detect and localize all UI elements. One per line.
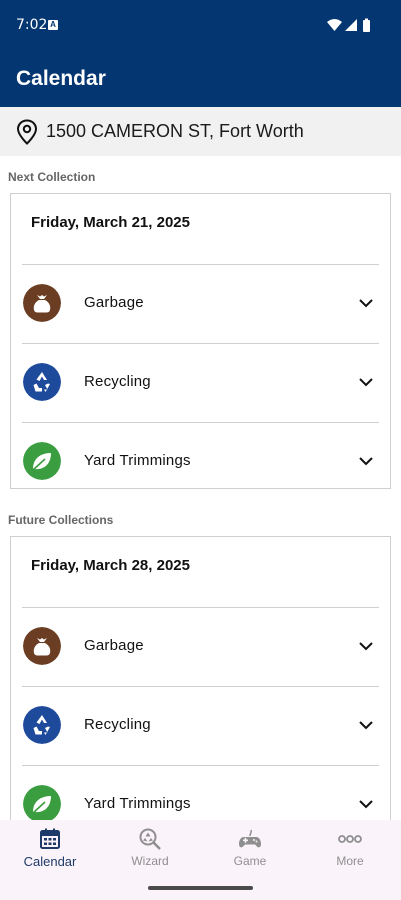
notification-badge: A	[48, 20, 58, 30]
nav-item-calendar[interactable]: Calendar	[0, 820, 100, 880]
location-pin-icon	[16, 119, 38, 145]
chevron-down-icon[interactable]	[358, 796, 374, 812]
wizard-search-icon	[139, 828, 161, 850]
more-dots-icon	[338, 835, 362, 843]
collection-date: Friday, March 28, 2025	[31, 557, 190, 574]
wifi-icon	[327, 19, 342, 31]
recycling-icon	[23, 363, 61, 401]
app-bar: Calendar	[0, 52, 401, 107]
leaf-icon	[23, 785, 61, 823]
address-bar[interactable]: 1500 CAMERON ST, Fort Worth	[0, 107, 401, 156]
leaf-icon	[23, 442, 61, 480]
page-title: Calendar	[16, 67, 106, 90]
future-collection-card: Friday, March 28, 2025 Garbage Recycling…	[10, 536, 391, 836]
collection-row-recycling[interactable]: Recycling	[11, 344, 390, 422]
future-collections-heading: Future Collections	[8, 513, 114, 527]
collection-row-garbage[interactable]: Garbage	[11, 608, 390, 686]
collection-date: Friday, March 21, 2025	[31, 214, 190, 231]
collection-row-recycling[interactable]: Recycling	[11, 687, 390, 765]
nav-item-game[interactable]: Game	[200, 820, 300, 880]
collection-label: Yard Trimmings	[84, 452, 191, 469]
chevron-down-icon[interactable]	[358, 295, 374, 311]
collection-label: Garbage	[84, 294, 144, 311]
next-collection-heading: Next Collection	[8, 170, 96, 184]
nav-label: Wizard	[131, 854, 169, 868]
status-time: 7:02	[16, 17, 48, 33]
next-collection-card: Friday, March 21, 2025 Garbage Recycling…	[10, 193, 391, 489]
system-icons	[327, 18, 370, 32]
garbage-bag-icon	[23, 627, 61, 665]
nav-label: Game	[233, 854, 267, 868]
collection-label: Recycling	[84, 373, 151, 390]
nav-label: More	[336, 854, 364, 868]
collection-label: Garbage	[84, 637, 144, 654]
chevron-down-icon[interactable]	[358, 638, 374, 654]
nav-item-wizard[interactable]: Wizard	[100, 820, 200, 880]
chevron-down-icon[interactable]	[358, 374, 374, 390]
chevron-down-icon[interactable]	[358, 717, 374, 733]
battery-icon	[363, 20, 370, 32]
calendar-icon	[40, 828, 60, 849]
garbage-bag-icon	[23, 284, 61, 322]
home-indicator[interactable]	[148, 886, 253, 890]
collection-row-yard-trimmings[interactable]: Yard Trimmings	[11, 423, 390, 501]
collection-label: Recycling	[84, 716, 151, 733]
signal-icon	[345, 19, 357, 31]
status-bar: 7:02 A	[0, 0, 401, 52]
chevron-down-icon[interactable]	[358, 453, 374, 469]
nav-item-more[interactable]: More	[300, 820, 400, 880]
nav-label: Calendar	[23, 854, 77, 869]
recycling-icon	[23, 706, 61, 744]
collection-label: Yard Trimmings	[84, 795, 191, 812]
collection-row-garbage[interactable]: Garbage	[11, 265, 390, 343]
gamepad-icon	[239, 829, 261, 848]
address-text: 1500 CAMERON ST, Fort Worth	[46, 121, 304, 141]
